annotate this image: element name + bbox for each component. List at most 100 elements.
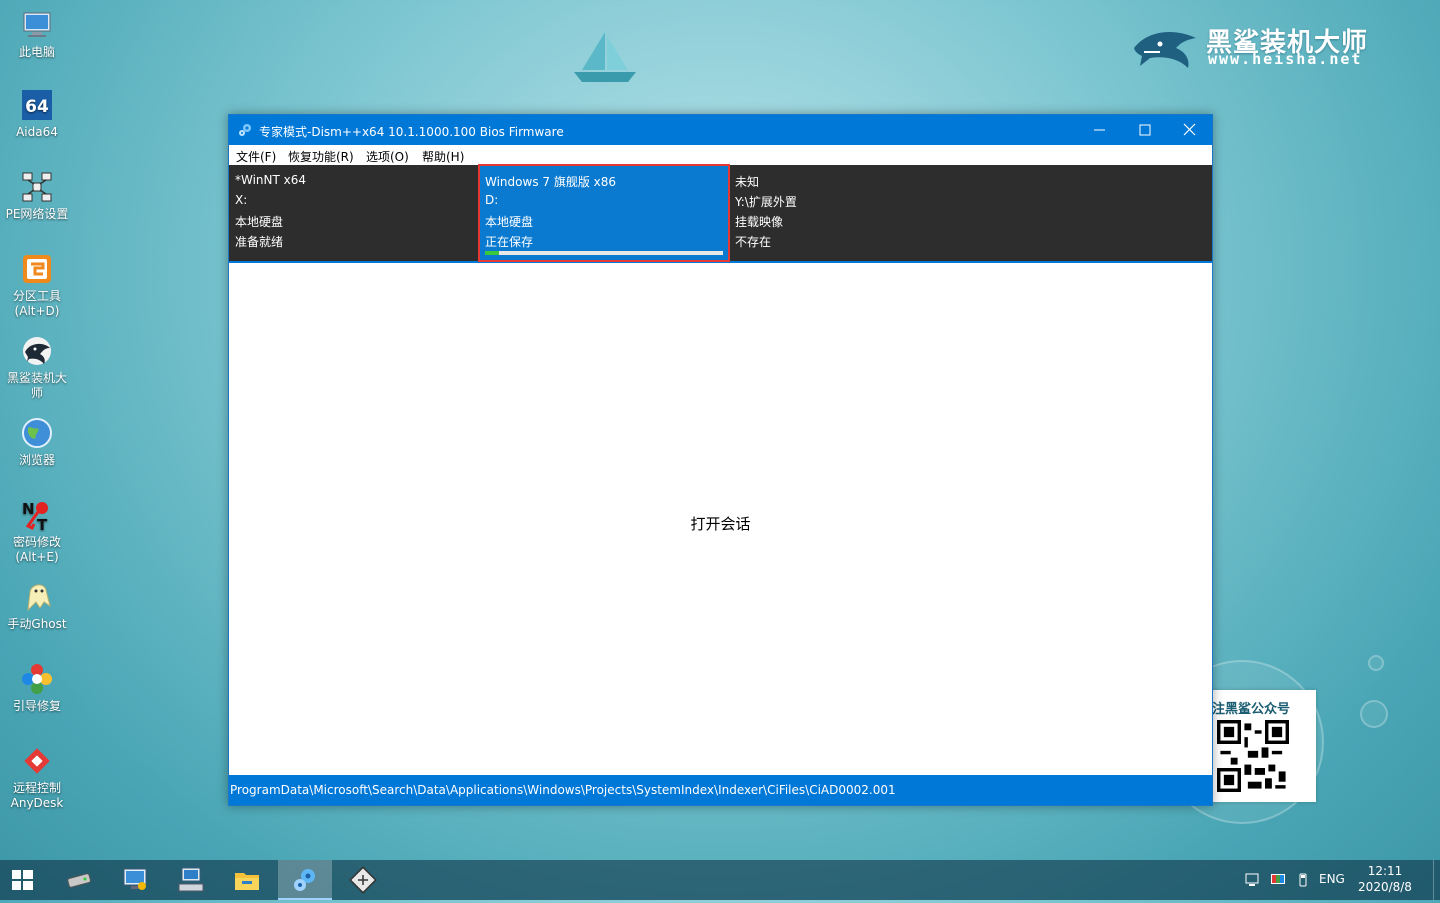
window-title: 专家模式-Dism++x64 10.1.1000.100 Bios Firmwa…: [259, 125, 564, 139]
sailboat-graphic: [574, 32, 636, 82]
close-button[interactable]: [1167, 115, 1212, 145]
svg-text:N: N: [22, 500, 35, 518]
usb-tray-icon[interactable]: [1295, 872, 1311, 888]
dism-window: 专家模式-Dism++x64 10.1.1000.100 Bios Firmwa…: [228, 114, 1213, 806]
drive-letter: Y:\扩展外置: [735, 195, 797, 209]
bubble-decoration: [1368, 655, 1384, 671]
taskbar-app-disk-tool[interactable]: [336, 860, 390, 900]
bubble-decoration: [1360, 700, 1388, 728]
desktop-icon-anydesk[interactable]: 远程控制 AnyDesk: [4, 744, 70, 811]
desktop-icon-heisha[interactable]: 黑鲨装机大 师: [4, 334, 70, 401]
ghost-icon: [27, 584, 51, 612]
drive-card-d[interactable]: Windows 7 旗舰版 x86 D: 本地硬盘 正在保存: [478, 164, 730, 262]
drive-type: 挂载映像: [735, 215, 784, 229]
drive-strip: *WinNT x64 X: 本地硬盘 准备就绪 Windows 7 旗舰版 x8…: [229, 164, 1212, 263]
password-icon: NT: [22, 500, 48, 532]
menu-file[interactable]: 文件(F): [236, 148, 276, 165]
drive-status: 准备就绪: [235, 235, 284, 249]
desktop-icon-label: 密码修改 (Alt+E): [12, 535, 61, 564]
desktop-icon-label: 手动Ghost: [7, 617, 67, 631]
display-tray-icon[interactable]: [1270, 872, 1286, 888]
taskbar: ENG 12:11 2020/8/8: [0, 860, 1440, 900]
taskbar-clock[interactable]: 12:11 2020/8/8: [1350, 863, 1420, 895]
minimize-icon: [1094, 129, 1105, 131]
network-tray-icon[interactable]: [1245, 872, 1261, 888]
aida64-icon: 64: [22, 90, 52, 120]
desktop-icon-label: 分区工具 (Alt+D): [12, 289, 61, 318]
brand-url: www.heisha.net: [1208, 50, 1363, 68]
file-explorer-icon: [235, 873, 259, 890]
dism-gears-icon: [239, 124, 251, 136]
desktop-icon-password[interactable]: NT 密码修改 (Alt+E): [4, 498, 70, 565]
drive-os: 未知: [735, 175, 760, 189]
desktop-icon-label: 浏览器: [18, 453, 55, 467]
drive-letter: D:: [485, 193, 499, 207]
drive-os: Windows 7 旗舰版 x86: [485, 175, 617, 189]
desktop-icon-label: 引导修复: [12, 699, 61, 713]
drive-type: 本地硬盘: [485, 215, 534, 229]
taskbar-app-drive[interactable]: [52, 860, 106, 900]
desktop-icon-label: PE网络设置: [5, 207, 69, 221]
desktop-icon-ghost[interactable]: 手动Ghost: [4, 580, 70, 632]
computer-icon: [23, 12, 51, 37]
desktop-icon-label: 远程控制 AnyDesk: [10, 781, 64, 810]
save-progress-bar: [485, 251, 723, 255]
menu-options[interactable]: 选项(O): [366, 148, 409, 165]
shark-logo-icon: [1134, 32, 1196, 68]
desktop-icon-aida64[interactable]: 64 Aida64: [4, 88, 70, 140]
menu-recovery[interactable]: 恢复功能(R): [288, 148, 354, 165]
maximize-icon: [1139, 124, 1151, 136]
keyboard-computer-icon: [178, 867, 204, 892]
desktop-icon-partition-tool[interactable]: 分区工具 (Alt+D): [4, 252, 70, 319]
qr-card: 注黑鲨公众号: [1200, 690, 1316, 802]
svg-text:T: T: [37, 516, 48, 532]
drive-card-x[interactable]: *WinNT x64 X: 本地硬盘 准备就绪: [229, 165, 479, 261]
menu-bar: 文件(F) 恢复功能(R) 选项(O) 帮助(H): [229, 145, 1212, 165]
windows-logo-icon: [12, 870, 33, 890]
show-desktop-button[interactable]: [1433, 860, 1440, 900]
dism-gears-icon: [294, 869, 315, 891]
clock-date: 2020/8/8: [1358, 880, 1412, 894]
desktop-icon-browser[interactable]: 浏览器: [4, 416, 70, 468]
save-progress-fill: [485, 251, 500, 255]
drive-os: *WinNT x64: [235, 173, 307, 187]
open-session-link[interactable]: 打开会话: [229, 513, 1212, 534]
qr-code-icon: [1217, 720, 1289, 792]
drive-card-y[interactable]: 未知 Y:\扩展外置 挂载映像 不存在: [729, 165, 979, 261]
disk-tool-icon: [349, 866, 377, 894]
boot-repair-icon: [22, 664, 52, 694]
minimize-button[interactable]: [1077, 115, 1122, 145]
title-bar[interactable]: 专家模式-Dism++x64 10.1.1000.100 Bios Firmwa…: [229, 115, 1212, 145]
maximize-button[interactable]: [1122, 115, 1167, 145]
close-icon: [1183, 123, 1196, 136]
desktop-icon-label: 黑鲨装机大 师: [6, 371, 67, 400]
desktop-icon-label: 此电脑: [18, 45, 55, 59]
drive-status: 不存在: [735, 235, 772, 249]
qr-title: 注黑鲨公众号: [1212, 702, 1291, 717]
monitor-network-icon: [123, 868, 147, 890]
network-icon: [22, 172, 52, 202]
taskbar-app-dism[interactable]: [278, 860, 332, 900]
desktop-icon-boot-repair[interactable]: 引导修复: [4, 662, 70, 714]
partition-icon: [23, 255, 51, 283]
language-indicator[interactable]: ENG: [1319, 872, 1345, 886]
anydesk-icon: [24, 748, 50, 774]
status-bar: ProgramData\Microsoft\Search\Data\Applic…: [229, 775, 1212, 805]
clock-time: 12:11: [1367, 864, 1403, 878]
start-button[interactable]: [0, 860, 46, 900]
taskbar-app-explorer[interactable]: [220, 860, 274, 900]
shark-icon: [23, 337, 51, 365]
desktop-icon-label: Aida64: [16, 125, 58, 139]
svg-text:64: 64: [25, 97, 49, 117]
status-path: ProgramData\Microsoft\Search\Data\Applic…: [230, 783, 896, 797]
drive-status: 正在保存: [485, 235, 534, 249]
desktop-icon-pe-network[interactable]: PE网络设置: [4, 170, 70, 222]
hard-drive-icon: [67, 873, 91, 888]
brand-logo-banner: 黑鲨装机大师 www.heisha.net: [1130, 20, 1400, 80]
menu-help[interactable]: 帮助(H): [422, 148, 464, 165]
taskbar-app-keyboard[interactable]: [164, 860, 218, 900]
taskbar-app-monitor[interactable]: [108, 860, 162, 900]
drive-letter: X:: [235, 193, 248, 207]
drive-type: 本地硬盘: [235, 215, 284, 229]
desktop-icon-this-pc[interactable]: 此电脑: [4, 8, 70, 60]
